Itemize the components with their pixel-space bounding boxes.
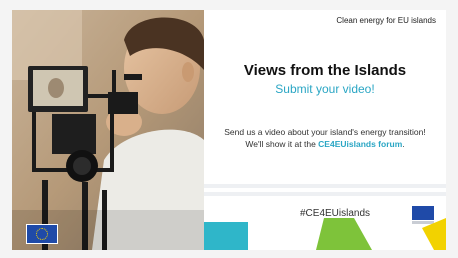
description-line-2: We'll show it at the CE4EUislands forum. — [220, 138, 430, 150]
description: Send us a video about your island's ener… — [220, 126, 430, 150]
description-line-1: Send us a video about your island's ener… — [224, 127, 426, 137]
call-to-action[interactable]: Submit your video! — [204, 82, 446, 96]
forum-link[interactable]: CE4EUislands forum — [318, 139, 402, 149]
announcement-panel: Clean energy for EU islands Views from t… — [204, 10, 446, 250]
screen-frame: Clean energy for EU islands Views from t… — [0, 0, 458, 258]
yellow-shape — [422, 218, 446, 250]
camera-operator-photo — [12, 10, 204, 250]
teal-shape — [204, 222, 248, 250]
divider-top — [204, 184, 446, 188]
program-kicker: Clean energy for EU islands — [336, 16, 436, 25]
green-shape — [316, 218, 372, 250]
photo-illustration — [12, 10, 204, 250]
eu-flag-icon — [26, 224, 58, 244]
promo-card[interactable]: Clean energy for EU islands Views from t… — [12, 10, 446, 250]
description-suffix: . — [402, 139, 405, 149]
headline: Views from the Islands — [243, 62, 407, 79]
eu-stars-icon — [36, 228, 48, 240]
divider-bottom — [204, 192, 446, 196]
decorative-shapes — [204, 218, 446, 250]
description-prefix: We'll show it at the — [245, 139, 319, 149]
